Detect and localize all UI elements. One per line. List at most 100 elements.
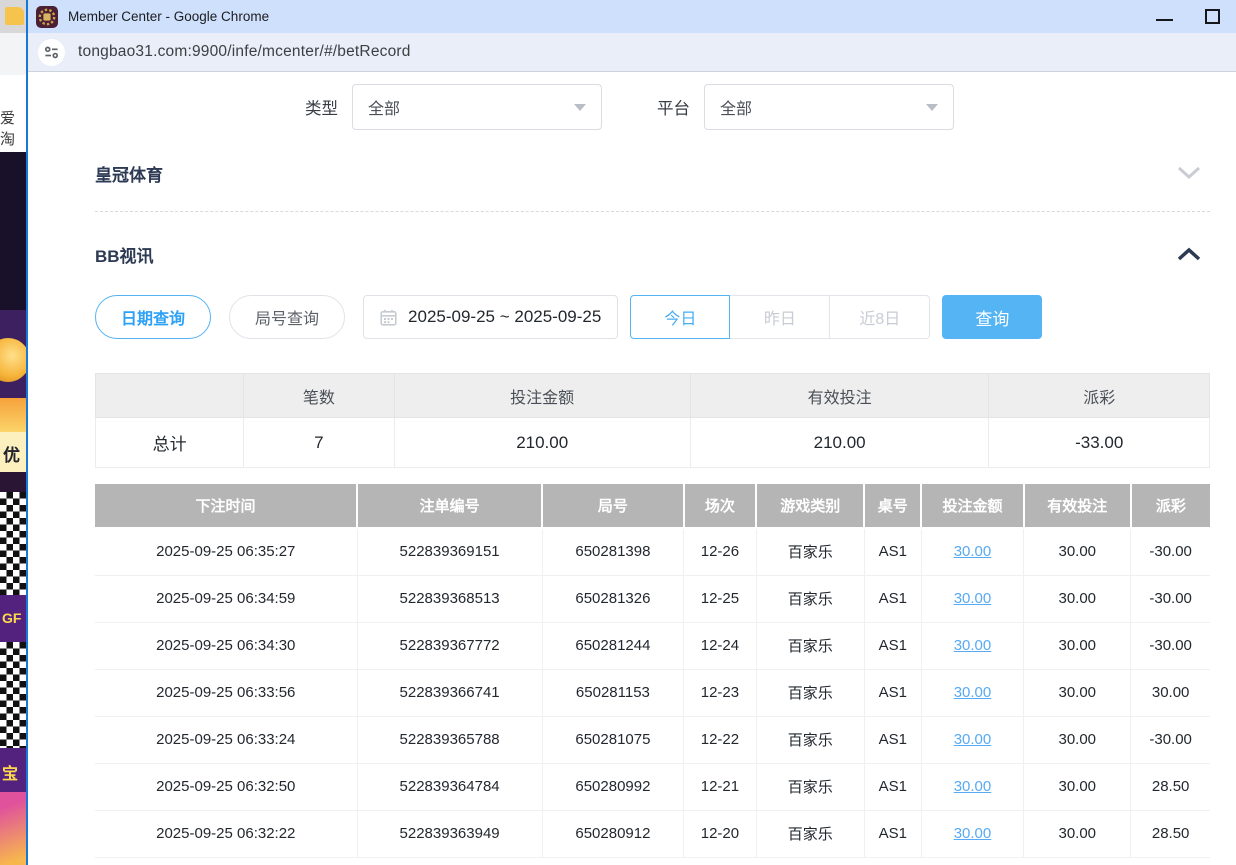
bet-amount-cell: 30.00 (921, 810, 1024, 857)
date-query-tab[interactable]: 日期查询 (95, 295, 211, 339)
session-cell: 12-21 (684, 763, 756, 810)
search-button[interactable]: 查询 (942, 295, 1042, 339)
round-no-cell: 650281244 (542, 622, 684, 669)
window-controls (1156, 9, 1236, 24)
column-header: 投注金额 (921, 484, 1024, 528)
table-row: 2025-09-25 06:34:59522839368513650281326… (95, 575, 1210, 622)
section-divider (95, 211, 1210, 212)
bet-amount-link[interactable]: 30.00 (954, 590, 992, 607)
total-bet-amount: 210.00 (394, 418, 690, 468)
section-bb-video[interactable]: BB视讯 (95, 239, 1210, 269)
platform-select[interactable]: 全部 (704, 84, 954, 130)
chevron-down-icon (926, 104, 938, 111)
bet-amount-link[interactable]: 30.00 (954, 731, 992, 748)
calendar-icon (380, 309, 397, 326)
browser-window: Member Center - Google Chrome tongbao31.… (26, 0, 1236, 865)
bet-id-cell: 522839363949 (357, 810, 542, 857)
folder-icon (5, 7, 24, 25)
game-type-cell: 百家乐 (756, 763, 864, 810)
date-range-value: 2025-09-25 ~ 2025-09-25 (408, 307, 601, 327)
round-no-cell: 650281075 (542, 716, 684, 763)
payout-cell: -30.00 (1131, 716, 1210, 763)
chevron-down-icon (574, 104, 586, 111)
window-title: Member Center - Google Chrome (68, 9, 269, 24)
bet-amount-link[interactable]: 30.00 (954, 778, 992, 795)
yesterday-button[interactable]: 昨日 (730, 295, 830, 339)
date-range-input[interactable]: 2025-09-25 ~ 2025-09-25 (363, 295, 618, 339)
qr-code-bottom (0, 642, 26, 748)
site-settings-icon[interactable] (38, 39, 65, 66)
section-crown-sports[interactable]: 皇冠体育 (95, 158, 1210, 188)
column-header: 下注时间 (95, 484, 357, 528)
valid-bet-cell: 30.00 (1024, 528, 1131, 575)
table-no-cell: AS1 (864, 622, 921, 669)
session-cell: 12-24 (684, 622, 756, 669)
valid-bet-cell: 30.00 (1024, 669, 1131, 716)
query-controls: 日期查询 局号查询 2025-09-25 ~ 2025-09-25 (95, 295, 1210, 339)
bet-amount-link[interactable]: 30.00 (954, 543, 992, 560)
time-cell: 2025-09-25 06:34:30 (95, 622, 357, 669)
last-8-days-button[interactable]: 近8日 (830, 295, 930, 339)
bet-id-cell: 522839368513 (357, 575, 542, 622)
url-text[interactable]: tongbao31.com:9900/infe/mcenter/#/betRec… (78, 43, 411, 61)
session-cell: 12-23 (684, 669, 756, 716)
table-row: 2025-09-25 06:32:22522839363949650280912… (95, 810, 1210, 857)
filters-row: 类型 全部 平台 全部 (305, 84, 1210, 130)
session-cell: 12-25 (684, 575, 756, 622)
table-no-cell: AS1 (864, 810, 921, 857)
browser-titlebar: Member Center - Google Chrome (28, 0, 1236, 33)
column-header: 桌号 (864, 484, 921, 528)
browser-toolbar: tongbao31.com:9900/infe/mcenter/#/betRec… (28, 33, 1236, 72)
bet-id-cell: 522839366741 (357, 669, 542, 716)
payout-cell: 30.00 (1131, 669, 1210, 716)
column-header: 派彩 (1131, 484, 1210, 528)
total-payout: -33.00 (989, 418, 1210, 468)
quick-range-group: 今日 昨日 近8日 (630, 295, 930, 339)
background-graphic-bottom (0, 792, 26, 865)
table-row: 2025-09-25 06:33:56522839366741650281153… (95, 669, 1210, 716)
bet-amount-cell: 30.00 (921, 575, 1024, 622)
round-query-tab-label: 局号查询 (255, 305, 319, 329)
table-row: 2025-09-25 06:34:30522839367772650281244… (95, 622, 1210, 669)
game-type-cell: 百家乐 (756, 810, 864, 857)
valid-bet-cell: 30.00 (1024, 810, 1131, 857)
game-type-cell: 百家乐 (756, 669, 864, 716)
background-label-aitao: 爱淘 (0, 75, 26, 152)
gold-coin-graphic (0, 338, 26, 382)
table-no-cell: AS1 (864, 763, 921, 810)
type-select[interactable]: 全部 (352, 84, 602, 130)
section-title: BB视讯 (95, 242, 154, 267)
bet-amount-link[interactable]: 30.00 (954, 684, 992, 701)
bet-records-table: 下注时间注单编号局号场次游戏类别桌号投注金额有效投注派彩 2025-09-25 … (95, 484, 1210, 858)
round-no-cell: 650281153 (542, 669, 684, 716)
background-label-bao: 宝 (0, 748, 26, 792)
total-label: 总计 (96, 418, 244, 468)
round-query-tab[interactable]: 局号查询 (229, 295, 345, 339)
background-window-bar (0, 33, 26, 75)
summary-header-valid-bet: 有效投注 (690, 374, 989, 418)
maximize-button[interactable] (1205, 9, 1220, 24)
background-label-gf: GF (0, 595, 26, 642)
type-filter-label: 类型 (305, 95, 338, 119)
time-cell: 2025-09-25 06:32:22 (95, 810, 357, 857)
summary-header-bet-amount: 投注金额 (394, 374, 690, 418)
bet-amount-link[interactable]: 30.00 (954, 637, 992, 654)
summary-header-row: 笔数 投注金额 有效投注 派彩 (96, 374, 1210, 418)
payout-cell: -30.00 (1131, 528, 1210, 575)
bet-amount-cell: 30.00 (921, 622, 1024, 669)
chevron-up-icon[interactable] (1176, 246, 1202, 262)
column-header: 场次 (684, 484, 756, 528)
time-cell: 2025-09-25 06:32:50 (95, 763, 357, 810)
desktop-area (0, 0, 26, 33)
today-button[interactable]: 今日 (630, 295, 730, 339)
minimize-button[interactable] (1156, 13, 1173, 21)
table-row: 2025-09-25 06:32:50522839364784650280992… (95, 763, 1210, 810)
chevron-down-icon[interactable] (1176, 165, 1202, 181)
summary-table: 笔数 投注金额 有效投注 派彩 总计 7 210.00 210.00 -33.0… (95, 373, 1210, 468)
round-no-cell: 650280912 (542, 810, 684, 857)
bet-amount-link[interactable]: 30.00 (954, 825, 992, 842)
summary-header-empty (96, 374, 244, 418)
platform-filter-label: 平台 (657, 95, 690, 119)
column-header: 有效投注 (1024, 484, 1131, 528)
table-row: 2025-09-25 06:35:27522839369151650281398… (95, 528, 1210, 575)
